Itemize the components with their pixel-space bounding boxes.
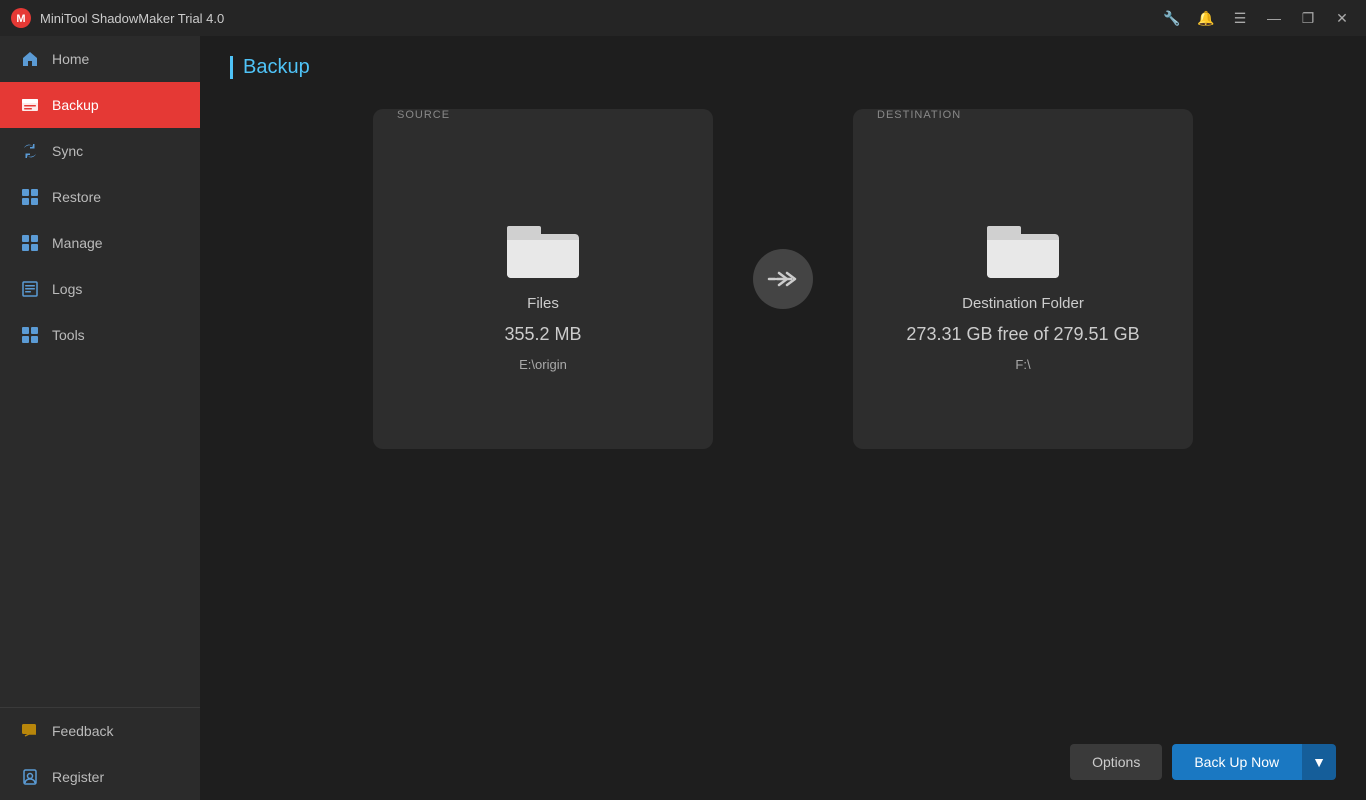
destination-folder-icon	[983, 218, 1063, 283]
source-path: E:\origin	[519, 357, 567, 372]
manage-icon	[20, 233, 40, 253]
source-size: 355.2 MB	[504, 324, 581, 345]
bell-icon[interactable]: 🔔	[1192, 4, 1220, 32]
window-controls: 🔧 🔔 ☰ — ❐ ✕	[1158, 4, 1356, 32]
sidebar-item-restore-label: Restore	[52, 189, 101, 205]
destination-free-space: 273.31 GB free of 279.51 GB	[906, 324, 1139, 345]
sidebar-item-tools[interactable]: Tools	[0, 312, 200, 358]
menu-icon[interactable]: ☰	[1226, 4, 1254, 32]
home-icon	[20, 49, 40, 69]
register-icon	[20, 767, 40, 787]
sidebar-item-register-label: Register	[52, 769, 104, 785]
destination-card[interactable]: DESTINATION Destination Folder 273.31 GB…	[853, 109, 1193, 449]
sidebar-item-manage-label: Manage	[52, 235, 103, 251]
source-label: SOURCE	[397, 109, 450, 121]
arrow-button[interactable]	[753, 249, 813, 309]
restore-icon	[20, 187, 40, 207]
logs-icon	[20, 279, 40, 299]
destination-label: DESTINATION	[877, 109, 961, 121]
backup-icon	[20, 95, 40, 115]
title-bar: M MiniTool ShadowMaker Trial 4.0 🔧 🔔 ☰ —…	[0, 0, 1366, 36]
app-body: Home Backup Sync	[0, 36, 1366, 800]
source-card-inner: Files 355.2 MB E:\origin	[503, 141, 583, 449]
sidebar-item-sync-label: Sync	[52, 143, 83, 159]
maximize-button[interactable]: ❐	[1294, 4, 1322, 32]
backup-now-dropdown-button[interactable]: ▼	[1301, 744, 1336, 780]
source-name: Files	[527, 295, 559, 312]
sidebar-item-logs[interactable]: Logs	[0, 266, 200, 312]
bottom-bar: Options Back Up Now ▼	[1070, 744, 1336, 780]
source-card[interactable]: SOURCE Files 355.2 MB E:\origin	[373, 109, 713, 449]
arrow-icon	[767, 269, 799, 289]
sidebar: Home Backup Sync	[0, 36, 200, 800]
app-title: MiniTool ShadowMaker Trial 4.0	[40, 11, 1158, 26]
sidebar-item-tools-label: Tools	[52, 327, 85, 343]
backup-now-button[interactable]: Back Up Now	[1172, 744, 1301, 780]
sidebar-item-register[interactable]: Register	[0, 754, 200, 800]
options-button[interactable]: Options	[1070, 744, 1162, 780]
sidebar-item-feedback[interactable]: Feedback	[0, 708, 200, 754]
sidebar-item-backup-label: Backup	[52, 97, 99, 113]
sidebar-item-backup[interactable]: Backup	[0, 82, 200, 128]
feedback-icon	[20, 721, 40, 741]
sidebar-item-home-label: Home	[52, 51, 89, 67]
cards-area: SOURCE Files 355.2 MB E:\origin	[230, 109, 1336, 449]
destination-path: F:\	[1015, 357, 1030, 372]
wrench-icon[interactable]: 🔧	[1158, 4, 1186, 32]
sync-icon	[20, 141, 40, 161]
sidebar-item-restore[interactable]: Restore	[0, 174, 200, 220]
destination-name: Destination Folder	[962, 295, 1084, 312]
tools-icon	[20, 325, 40, 345]
main-content: Backup SOURCE Files 355.2 MB E:\origin	[200, 36, 1366, 800]
sidebar-item-manage[interactable]: Manage	[0, 220, 200, 266]
svg-text:M: M	[16, 13, 25, 25]
source-folder-icon	[503, 218, 583, 283]
page-title: Backup	[230, 56, 1336, 79]
sidebar-bottom: Feedback Register	[0, 707, 200, 800]
destination-card-inner: Destination Folder 273.31 GB free of 279…	[906, 141, 1139, 449]
app-logo: M	[10, 7, 32, 29]
sidebar-item-feedback-label: Feedback	[52, 723, 113, 739]
sidebar-item-home[interactable]: Home	[0, 36, 200, 82]
minimize-button[interactable]: —	[1260, 4, 1288, 32]
sidebar-item-sync[interactable]: Sync	[0, 128, 200, 174]
close-button[interactable]: ✕	[1328, 4, 1356, 32]
sidebar-item-logs-label: Logs	[52, 281, 82, 297]
backup-button-group: Back Up Now ▼	[1172, 744, 1336, 780]
